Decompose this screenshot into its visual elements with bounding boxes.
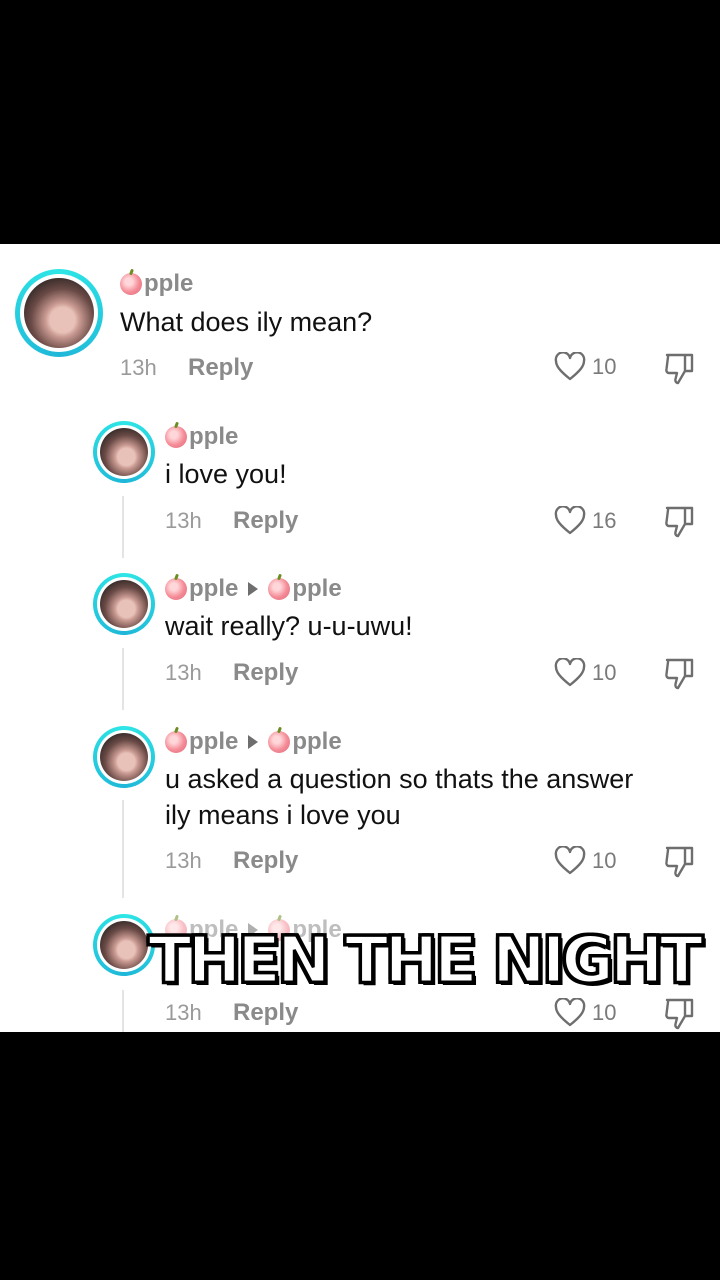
like-button[interactable]: 10	[554, 846, 616, 876]
avatar[interactable]	[93, 573, 155, 635]
reply-button[interactable]: Reply	[188, 354, 253, 382]
heart-icon	[554, 506, 586, 535]
video-caption: THEN THE NIGHT	[147, 924, 705, 999]
avatar[interactable]	[93, 914, 155, 976]
thread-line	[122, 496, 124, 558]
thread-line	[122, 648, 124, 710]
like-button[interactable]: 10	[554, 998, 616, 1028]
apple-icon	[165, 578, 187, 600]
heart-icon	[554, 658, 586, 687]
avatar[interactable]	[15, 269, 103, 357]
comment-text: i love you!	[165, 459, 287, 489]
reply-button[interactable]: Reply	[233, 999, 298, 1027]
like-count: 10	[592, 1000, 617, 1025]
reply-button[interactable]: Reply	[233, 507, 298, 535]
reply-arrow-icon	[248, 735, 259, 749]
timestamp: 13h	[165, 508, 202, 533]
reply-button[interactable]: Reply	[233, 847, 298, 875]
username[interactable]: pple	[165, 423, 238, 451]
timestamp: 13h	[120, 355, 157, 380]
thread-line	[122, 990, 124, 1032]
dislike-icon[interactable]	[663, 352, 695, 386]
username[interactable]: pple pple	[165, 575, 342, 603]
like-count: 16	[592, 508, 617, 533]
reply-button[interactable]: Reply	[233, 659, 298, 687]
comments-panel: pple What does ily mean? 13h Reply 10 pp…	[0, 244, 720, 1032]
avatar[interactable]	[93, 726, 155, 788]
timestamp: 13h	[165, 660, 202, 685]
dislike-icon[interactable]	[663, 657, 695, 691]
username[interactable]: pple	[120, 270, 193, 298]
dislike-icon[interactable]	[663, 997, 695, 1031]
timestamp: 13h	[165, 1000, 202, 1025]
like-button[interactable]: 10	[554, 352, 616, 382]
apple-icon	[165, 731, 187, 753]
reply-arrow-icon	[248, 582, 259, 596]
heart-icon	[554, 998, 586, 1027]
comment-text: wait really? u-u-uwu!	[165, 611, 413, 641]
apple-icon	[120, 273, 142, 295]
like-count: 10	[592, 660, 617, 685]
apple-icon	[268, 578, 291, 600]
username[interactable]: pple pple	[165, 728, 342, 756]
apple-icon	[268, 731, 291, 753]
apple-icon	[165, 426, 187, 448]
dislike-icon[interactable]	[663, 845, 695, 879]
heart-icon	[554, 846, 586, 875]
like-count: 10	[592, 848, 617, 873]
avatar[interactable]	[93, 421, 155, 483]
dislike-icon[interactable]	[663, 505, 695, 539]
comment-text: u asked a question so thats the answer i…	[165, 764, 634, 830]
thread-line	[122, 800, 124, 898]
heart-icon	[554, 352, 586, 381]
like-button[interactable]: 16	[554, 506, 616, 536]
like-button[interactable]: 10	[554, 658, 616, 688]
comment-text: What does ily mean?	[120, 307, 373, 337]
like-count: 10	[592, 354, 617, 379]
timestamp: 13h	[165, 848, 202, 873]
